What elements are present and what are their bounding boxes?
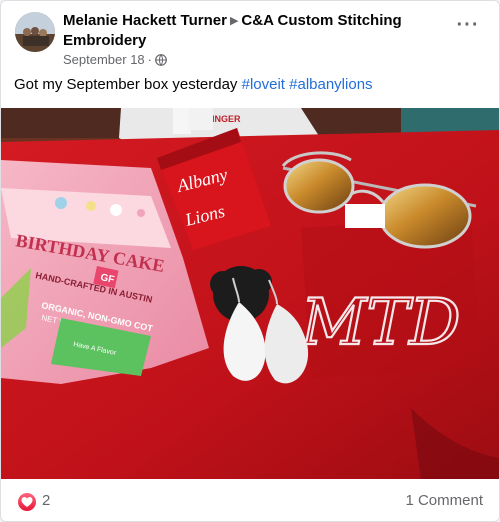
post-meta: September 18 · [63, 52, 167, 70]
post-photo[interactable]: SINGER BIRTHDAY CAKE HAND-CRAFTED IN AUS… [1, 108, 499, 479]
reaction-count[interactable]: 2 [42, 492, 50, 509]
author-name[interactable]: Melanie Hackett Turner [63, 12, 227, 29]
post-card: Melanie Hackett Turner ▶ C&A Custom Stitch… [0, 0, 500, 522]
hashtag-albanylions[interactable]: #albanylions [289, 76, 372, 93]
heart-reaction-icon[interactable] [18, 493, 36, 511]
post-date[interactable]: September 18 [63, 52, 145, 67]
more-options-icon[interactable]: ··· [455, 15, 481, 40]
arrow-right-icon: ▶ [229, 15, 239, 27]
photo-illustration: SINGER BIRTHDAY CAKE HAND-CRAFTED IN AUS… [1, 108, 499, 479]
meta-separator: · [147, 52, 153, 67]
caption-text: Got my September box yesterday [14, 76, 242, 93]
post-title: Melanie Hackett Turner ▶ C&A Custom Stitch… [63, 11, 443, 50]
author-avatar[interactable] [15, 12, 55, 52]
monogram-text: MTD [300, 286, 461, 360]
post-caption: Got my September box yesterday #loveit #… [14, 75, 487, 95]
post-footer: 2 1 Comment [1, 479, 499, 521]
post-header: Melanie Hackett Turner ▶ C&A Custom Stitch… [13, 10, 487, 67]
hashtag-loveit[interactable]: #loveit [242, 76, 285, 93]
comment-count[interactable]: 1 Comment [405, 492, 483, 509]
globe-icon [155, 54, 167, 70]
